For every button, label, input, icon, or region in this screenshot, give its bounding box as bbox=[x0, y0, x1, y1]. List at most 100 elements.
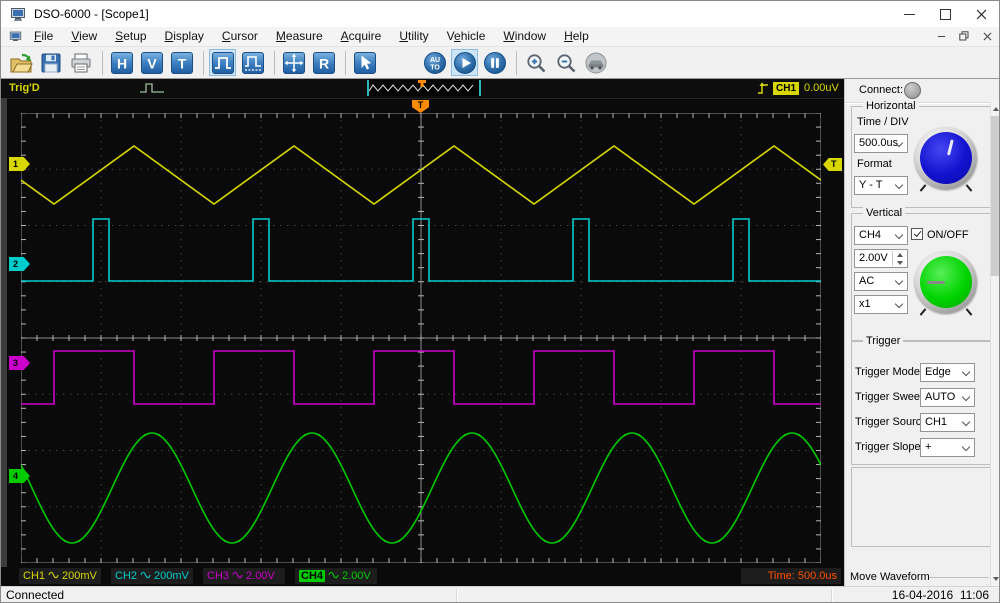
maximize-icon[interactable] bbox=[927, 1, 963, 27]
pulse-width-icon bbox=[211, 51, 235, 75]
menu-acquire[interactable]: Acquire bbox=[332, 27, 391, 46]
pause-button[interactable] bbox=[481, 49, 508, 76]
scroll-down-icon[interactable] bbox=[991, 572, 1000, 586]
mdi-minimize-icon[interactable] bbox=[933, 29, 949, 43]
zoom-in-icon bbox=[524, 51, 548, 75]
probe-select[interactable]: x1 bbox=[854, 295, 908, 314]
toolbar-separator bbox=[516, 51, 517, 75]
trigger-mode-select[interactable]: Edge bbox=[920, 363, 975, 382]
sine-coupling-icon bbox=[140, 570, 151, 582]
zoom-in-button[interactable] bbox=[522, 49, 549, 76]
ch3-label: CH3 bbox=[207, 570, 229, 582]
spin-down-icon[interactable] bbox=[893, 259, 906, 267]
menu-display[interactable]: Display bbox=[156, 27, 213, 46]
vehicle-button[interactable] bbox=[582, 49, 609, 76]
chevron-down-icon bbox=[895, 181, 903, 189]
ch1-status-badge[interactable]: CH1200mV bbox=[19, 568, 101, 584]
h-cursor-icon: H bbox=[110, 51, 134, 75]
chevron-down-icon bbox=[895, 277, 903, 285]
pulse-baseline-button[interactable] bbox=[239, 49, 266, 76]
scroll-up-icon[interactable] bbox=[991, 102, 1000, 116]
format-select[interactable]: Y - T bbox=[854, 176, 908, 195]
auto-setup-button[interactable]: AUTO bbox=[421, 49, 448, 76]
ch2-status-badge[interactable]: CH2200mV bbox=[111, 568, 193, 584]
trigger-sweep-select[interactable]: AUTO bbox=[920, 388, 975, 407]
chevron-down-icon bbox=[962, 368, 970, 376]
pointer-button[interactable] bbox=[351, 49, 378, 76]
connect-button[interactable] bbox=[904, 82, 921, 99]
svg-text:R: R bbox=[318, 55, 328, 71]
menu-help[interactable]: Help bbox=[555, 27, 598, 46]
coupling-select[interactable]: AC bbox=[854, 272, 908, 291]
trigger-slope-label: Trigger Slope bbox=[855, 441, 921, 453]
trigger-level-marker[interactable]: T bbox=[823, 158, 842, 171]
menu-vehicle[interactable]: Vehicle bbox=[438, 27, 495, 46]
menu-measure[interactable]: Measure bbox=[267, 27, 332, 46]
vehicle-icon bbox=[584, 51, 608, 75]
title-bar: DSO-6000 - [Scope1] bbox=[1, 1, 999, 27]
window-title: DSO-6000 - [Scope1] bbox=[34, 7, 149, 21]
mdi-close-icon[interactable] bbox=[979, 29, 995, 43]
volts-per-div-value: 200mV bbox=[62, 570, 97, 582]
run-button[interactable] bbox=[451, 49, 478, 76]
svg-text:H: H bbox=[116, 55, 126, 71]
ch2-label: CH2 bbox=[115, 570, 137, 582]
trigger-mode-value: Edge bbox=[925, 366, 951, 378]
pulse-width-button[interactable] bbox=[209, 49, 236, 76]
trigger-source-badge[interactable]: CH1 bbox=[773, 82, 799, 95]
menu-window[interactable]: Window bbox=[494, 27, 555, 46]
trigger-sweep-label: Trigger Sweep bbox=[855, 391, 926, 403]
scrollbar-thumb[interactable] bbox=[991, 116, 1000, 276]
r-measure-button[interactable]: R bbox=[310, 49, 337, 76]
menu-setup[interactable]: Setup bbox=[106, 27, 155, 46]
menu-utility[interactable]: Utility bbox=[390, 27, 437, 46]
scope-left-frame bbox=[1, 98, 7, 567]
v-cursor-button[interactable]: V bbox=[138, 49, 165, 76]
time-trigger-marker[interactable]: T bbox=[412, 100, 429, 113]
app-window: DSO-6000 - [Scope1] FileViewSetupDisplay… bbox=[0, 0, 1000, 603]
horizontal-knob[interactable] bbox=[915, 127, 977, 189]
menu-items: FileViewSetupDisplayCursorMeasureAcquire… bbox=[25, 27, 598, 46]
move-waveform-group-line bbox=[929, 577, 989, 578]
ch4-status-badge[interactable]: CH42.00V bbox=[295, 568, 377, 584]
menu-view[interactable]: View bbox=[62, 27, 106, 46]
ch4-onoff-checkbox[interactable] bbox=[911, 228, 923, 240]
trigger-slope-select[interactable]: + bbox=[920, 438, 975, 457]
time-div-label: Time / DIV bbox=[857, 116, 909, 128]
waveform-plot[interactable] bbox=[21, 113, 821, 563]
onoff-label: ON/OFF bbox=[927, 229, 969, 241]
trigger-source-value: CH1 bbox=[925, 416, 947, 428]
waveform-preview[interactable] bbox=[367, 80, 481, 96]
h-cursor-button[interactable]: H bbox=[108, 49, 135, 76]
trigger-source-label: Trigger Source bbox=[855, 416, 927, 428]
vertical-knob[interactable] bbox=[915, 251, 977, 313]
statusbar-divider bbox=[456, 589, 458, 603]
save-button[interactable] bbox=[37, 49, 64, 76]
mdi-restore-icon[interactable] bbox=[956, 29, 972, 43]
svg-text:AU: AU bbox=[429, 56, 439, 63]
ch4-label: CH4 bbox=[299, 570, 325, 582]
time-div-select[interactable]: 500.0us bbox=[854, 134, 908, 153]
open-button[interactable] bbox=[7, 49, 34, 76]
menu-cursor[interactable]: Cursor bbox=[213, 27, 267, 46]
menu-file[interactable]: File bbox=[25, 27, 62, 46]
ch3-status-badge[interactable]: CH32.00V bbox=[203, 568, 285, 584]
trigger-source-select[interactable]: CH1 bbox=[920, 413, 975, 432]
panel-scrollbar[interactable] bbox=[990, 102, 1000, 586]
channel-select[interactable]: CH4 bbox=[854, 226, 908, 245]
spin-up-icon[interactable] bbox=[893, 251, 906, 259]
t-cursor-button[interactable]: T bbox=[168, 49, 195, 76]
close-icon[interactable] bbox=[963, 1, 999, 27]
chevron-down-icon bbox=[962, 393, 970, 401]
move-xy-icon bbox=[282, 51, 306, 75]
move-xy-button[interactable] bbox=[280, 49, 307, 76]
volt-scale-stepper[interactable]: 2.00V bbox=[854, 249, 908, 268]
zoom-out-button[interactable] bbox=[552, 49, 579, 76]
pointer-icon bbox=[353, 51, 377, 75]
print-button[interactable] bbox=[67, 49, 94, 76]
chevron-down-icon bbox=[895, 300, 903, 308]
trigger-sweep-value: AUTO bbox=[925, 391, 955, 403]
status-bar: Connected 16-04-2016 11:06 bbox=[1, 586, 999, 603]
minimize-icon[interactable] bbox=[891, 1, 927, 27]
chevron-down-icon bbox=[962, 443, 970, 451]
